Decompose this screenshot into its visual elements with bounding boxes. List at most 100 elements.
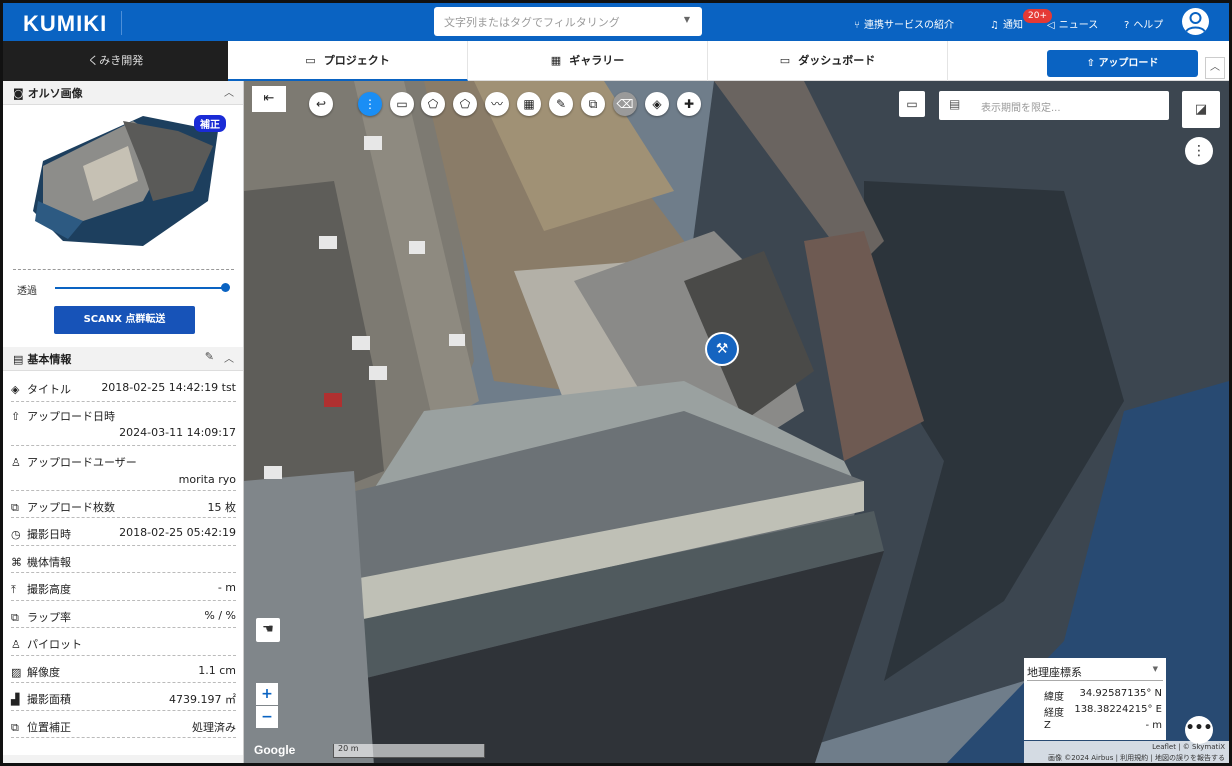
opacity-slider[interactable] <box>55 287 227 289</box>
help-link[interactable]: ? ヘルプ <box>1124 16 1163 31</box>
date-range-input[interactable]: ▤ 表示期間を限定... <box>939 91 1169 120</box>
construction-worker-icon: ⚒ <box>707 334 737 364</box>
row-value: 2024-03-11 14:09:17 <box>119 426 236 439</box>
zoom-out-button[interactable]: − <box>256 706 278 728</box>
map-view[interactable]: ⇤ ↩ ⋮ ▭ ⬠ ⬠ 〰 ▦ ✎ ⧉ ⌫ ◈ ✚ ▭ ▤ 表示期間を限定... … <box>244 81 1229 763</box>
next-section-header[interactable] <box>3 755 243 763</box>
app-logo[interactable]: KUMIKI <box>23 11 107 37</box>
chevron-up-icon[interactable]: ︿ <box>224 350 234 365</box>
images-icon: ⧉ <box>11 501 19 514</box>
display-toggle-button[interactable]: ▭ <box>899 91 925 117</box>
team-selector[interactable]: くみき開発 <box>3 41 228 81</box>
info-row-altitude: ⤒ 撮影高度 - m <box>11 573 236 601</box>
cloud-upload-icon: ⇧ <box>11 410 21 423</box>
info-tool-button[interactable]: ⋮ <box>358 92 382 116</box>
divider <box>1027 680 1163 681</box>
site-marker[interactable]: ⚒ <box>705 332 739 366</box>
edit-pencil-icon[interactable]: ✎ <box>205 350 214 363</box>
logo-divider <box>121 11 122 35</box>
news-link[interactable]: ◁ ニュース <box>1047 16 1098 31</box>
pan-hand-button[interactable]: ☚ <box>256 618 280 642</box>
camera-icon: ◙ <box>13 87 24 100</box>
row-label: アップロード日時 <box>27 410 115 423</box>
eraser-tool-button[interactable]: ⌫ <box>613 92 637 116</box>
tab-project-label: プロジェクト <box>323 54 390 67</box>
document-icon: ▤ <box>13 353 24 366</box>
coordinate-panel: 地理座標系 ▼ 緯度 34.92587135° N 経度 138.38224215° … <box>1024 658 1166 740</box>
monitor-icon: ▭ <box>906 97 918 111</box>
collapse-sidebar-button[interactable]: ⇤ <box>252 86 286 112</box>
scanx-transfer-button[interactable]: SCANX 点群転送 <box>54 306 195 334</box>
row-label: パイロット <box>27 638 82 651</box>
latitude-label: 緯度 <box>1044 692 1064 703</box>
info-section-header[interactable]: ▤ 基本情報 ✎ ︿ <box>3 347 243 371</box>
basemap-button[interactable]: ◪ <box>1182 91 1220 128</box>
opacity-slider-handle[interactable] <box>221 283 230 292</box>
polygon-tool-button[interactable]: ⬠ <box>453 92 477 116</box>
compare-tool-button[interactable]: ⧉ <box>581 92 605 116</box>
info-row-title: ◈ タイトル 2018-02-25 14:42:19 tst <box>11 375 236 402</box>
calendar-icon: ▤ <box>949 97 961 111</box>
area-tool-button[interactable]: ⬠ <box>421 92 445 116</box>
info-row-upload-count: ⧉ アップロード枚数 15 枚 <box>11 491 236 518</box>
back-tool-button[interactable]: ↩ <box>309 92 333 116</box>
eraser-icon: ⌫ <box>616 97 634 111</box>
filter-search-input[interactable]: 文字列またはタグでフィルタリング ▼ <box>434 7 702 36</box>
tab-gallery[interactable]: ▦ ギャラリー <box>468 41 708 81</box>
ruler-tool-button[interactable]: ▭ <box>390 92 414 116</box>
more-vertical-icon: ⋮ <box>364 97 376 111</box>
tab-dashboard[interactable]: ▭ ダッシュボード <box>708 41 948 81</box>
image-icon: ▨ <box>11 666 22 679</box>
info-row-upload-user: ♙ アップロードユーザー morita ryo <box>11 446 236 491</box>
more-options-button[interactable]: ••• <box>1185 716 1213 744</box>
row-label: タイトル <box>27 383 71 396</box>
share-icon: ⑂ <box>854 20 860 31</box>
row-value: 2018-02-25 14:42:19 tst <box>101 381 236 394</box>
chevron-up-icon[interactable]: ︿ <box>224 84 234 99</box>
collapse-header-button[interactable]: ︿ <box>1205 57 1225 79</box>
edit-tool-button[interactable]: ✎ <box>549 92 573 116</box>
row-label: 解像度 <box>27 666 60 679</box>
ortho-section-header[interactable]: ◙ オルソ画像 ︿ <box>3 81 243 105</box>
annotation-tool-button[interactable]: ▦ <box>517 92 541 116</box>
collapse-left-icon: ⇤ <box>263 91 275 106</box>
folder-icon: ▭ <box>305 54 316 67</box>
z-label: Z <box>1044 720 1051 731</box>
copy-icon: ⧉ <box>11 721 19 734</box>
imagery-attribution[interactable]: 画像 ©2024 Airbus | 利用規約 | 地図の誤りを報告する <box>1028 753 1225 763</box>
services-link[interactable]: ⑂ 連携サービスの紹介 <box>854 16 954 31</box>
leaflet-attribution[interactable]: Leaflet | © SkymatiX <box>1028 742 1225 753</box>
add-tool-button[interactable]: ✚ <box>677 92 701 116</box>
pentagon-icon: ⬠ <box>459 97 471 111</box>
upload-button[interactable]: ⇧ アップロード <box>1047 50 1198 77</box>
board-icon: ▦ <box>523 97 535 111</box>
tab-project[interactable]: ▭ プロジェクト <box>228 41 468 81</box>
tab-dashboard-label: ダッシュボード <box>798 54 876 67</box>
map-more-button[interactable]: ⋮ <box>1185 137 1213 165</box>
coord-system-select[interactable]: 地理座標系 <box>1027 664 1082 680</box>
3d-tool-button[interactable]: ◈ <box>645 92 669 116</box>
info-row-overlap: ⧉ ラップ率 % / % <box>11 601 236 628</box>
info-row-pilot: ♙ パイロット <box>11 628 236 656</box>
opacity-label: 透過 <box>17 286 37 297</box>
map-attribution: Leaflet | © SkymatiX 画像 ©2024 Airbus | 利… <box>1024 741 1229 763</box>
row-value: 15 枚 <box>207 501 237 514</box>
google-logo: Google <box>254 743 296 757</box>
layers-icon: ◈ <box>11 383 20 396</box>
plus-icon: ✚ <box>683 97 695 111</box>
zoom-in-button[interactable]: + <box>256 683 278 705</box>
profile-tool-button[interactable]: 〰 <box>485 92 509 116</box>
overlap-icon: ⧉ <box>11 611 19 624</box>
layers-icon: ⧉ <box>588 97 598 111</box>
longitude-label: 経度 <box>1044 708 1064 719</box>
bell-icon: ♫ <box>990 20 999 31</box>
monitor-icon: ▭ <box>779 54 791 67</box>
info-row-upload-date: ⇧ アップロード日時 2024-03-11 14:09:17 <box>11 402 236 446</box>
chevron-down-icon[interactable]: ▼ <box>1153 665 1158 673</box>
notifications-link[interactable]: ♫ 通知 <box>990 16 1023 31</box>
divider <box>13 269 234 270</box>
row-value: 4739.197 ㎡ <box>169 693 236 706</box>
info-row-shoot-date: ◷ 撮影日時 2018-02-25 05:42:19 <box>11 518 236 546</box>
line-chart-icon: 〰 <box>490 97 503 111</box>
user-avatar[interactable] <box>1182 8 1209 35</box>
